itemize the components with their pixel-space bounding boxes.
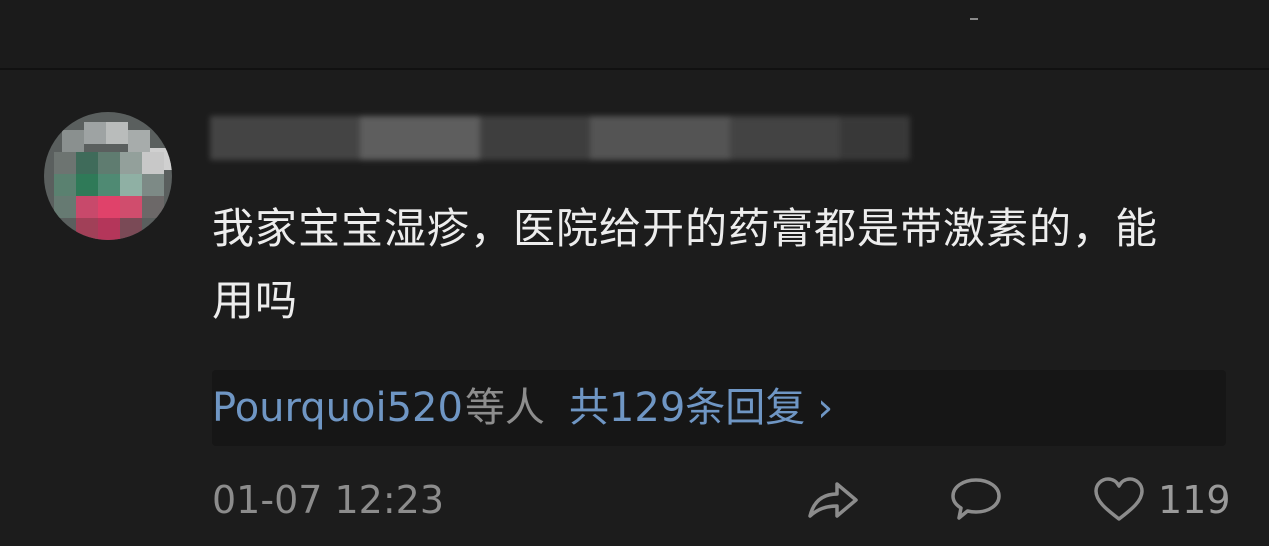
like-count: 119 <box>1158 478 1231 522</box>
avatar[interactable] <box>44 112 172 240</box>
username-obscured <box>210 112 910 166</box>
replies-preview[interactable]: Pourquoi520等人 共129条回复 › <box>212 370 1226 446</box>
like-button[interactable]: 119 <box>1092 470 1231 530</box>
reply-username-link[interactable]: Pourquoi520 <box>212 385 463 431</box>
heart-icon <box>1092 475 1146 525</box>
comment-text: 我家宝宝湿疹，医院给开的药膏都是带激素的，能用吗 <box>212 204 1159 325</box>
comment-icon <box>949 474 1003 526</box>
comment-button[interactable] <box>949 470 1003 530</box>
chevron-right-icon: › <box>817 385 834 431</box>
replies-line[interactable]: Pourquoi520等人 共129条回复 › <box>212 384 833 432</box>
share-button[interactable] <box>806 470 860 530</box>
comment-timestamp: 01-07 12:23 <box>212 478 445 522</box>
share-icon <box>806 476 860 524</box>
top-bar-mark <box>970 18 978 20</box>
top-bar <box>0 0 1269 70</box>
reply-count-link[interactable]: 共129条回复 <box>569 385 805 431</box>
reply-others-suffix: 等人 <box>464 385 545 431</box>
